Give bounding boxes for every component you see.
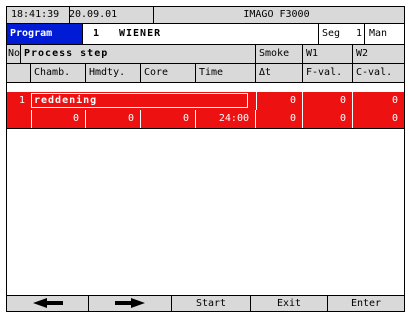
col-core-header: Core: [141, 64, 196, 82]
program-label: Program: [7, 24, 83, 44]
exit-button[interactable]: Exit: [251, 296, 328, 311]
col-no-header: No: [7, 45, 21, 63]
col-dt-header: Δt: [256, 64, 303, 82]
table-header-row2: Chamb. Hmdty. Core Time Δt F-val. C-val.: [7, 64, 404, 83]
left-arrow-icon: [32, 298, 63, 309]
step-spacer: [7, 110, 31, 128]
mode-indicator[interactable]: Man: [364, 24, 387, 44]
col-w1-header: W1: [303, 45, 353, 63]
col-hmdty-header: Hmdty.: [86, 64, 141, 82]
enter-button[interactable]: Enter: [328, 296, 404, 311]
process-step-label: Process step: [24, 48, 109, 59]
status-bar: 18:41:39 20.09.01 IMAGO F3000: [7, 7, 404, 24]
step-cval[interactable]: 0: [353, 110, 404, 128]
softkey-bar: Start Exit Enter: [7, 295, 404, 311]
col-spacer: [7, 64, 31, 82]
current-date: 20.09.01: [65, 7, 154, 23]
step-dt[interactable]: 0: [256, 110, 303, 128]
step-w2[interactable]: 0: [353, 92, 404, 110]
clock-time: 18:41:39: [7, 7, 70, 23]
controller-screen: 18:41:39 20.09.01 IMAGO F3000 Program 1 …: [6, 6, 405, 312]
col-smoke-header: Smoke: [256, 45, 303, 63]
col-fval-header: F-val.: [303, 64, 353, 82]
step-fval[interactable]: 0: [303, 110, 353, 128]
step-hmdty[interactable]: 0: [86, 110, 141, 128]
right-arrow-icon: [115, 298, 145, 309]
col-process-step-header: Process step: [21, 45, 256, 63]
prev-button[interactable]: [7, 296, 89, 311]
step-time[interactable]: 24:00: [196, 110, 256, 128]
col-cval-header: C-val.: [356, 67, 393, 78]
next-button[interactable]: [89, 296, 172, 311]
program-name[interactable]: WIENER: [119, 24, 161, 44]
start-button[interactable]: Start: [172, 296, 251, 311]
col-w2-header: W2: [356, 48, 369, 59]
segment-value[interactable]: 1: [356, 24, 362, 44]
col-time-header: Time: [196, 64, 256, 82]
step-number: 1: [18, 95, 25, 106]
program-row: Program 1 WIENER Seg 1 Man: [7, 24, 404, 45]
device-name: IMAGO F3000: [243, 9, 310, 20]
program-number[interactable]: 1: [93, 24, 99, 44]
step-w1[interactable]: 0: [303, 92, 353, 110]
table-header-row1: No Process step Smoke W1 W2: [7, 45, 404, 64]
step-chamb[interactable]: 0: [31, 110, 86, 128]
step-row-secondary[interactable]: 0 0 0 24:00 0 0 0: [7, 110, 404, 129]
step-core[interactable]: 0: [141, 110, 196, 128]
step-row-primary[interactable]: 1 reddening 0 0 0: [7, 92, 404, 110]
step-smoke[interactable]: 0: [256, 92, 303, 110]
col-chamb-header: Chamb.: [31, 64, 86, 82]
step-name-field[interactable]: reddening: [31, 93, 248, 108]
